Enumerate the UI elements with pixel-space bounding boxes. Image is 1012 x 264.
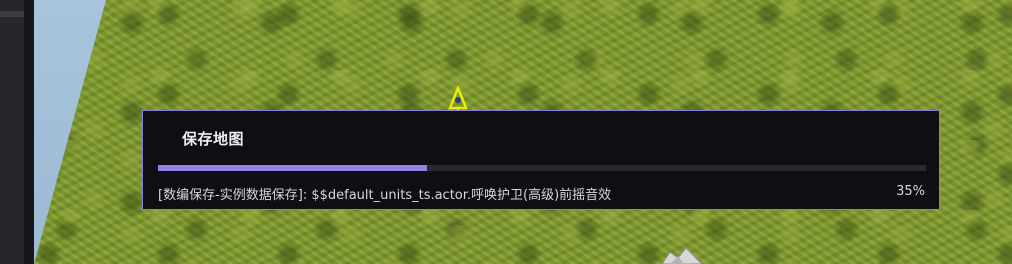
panel-tab-indicator — [0, 11, 24, 17]
sky-background — [34, 0, 106, 264]
left-panel-edge — [0, 0, 24, 264]
prop-icon[interactable] — [656, 244, 706, 264]
progress-status-text: [数编保存-实例数据保存]: $$default_units_ts.actor.… — [158, 188, 612, 203]
progress-percent: 35% — [896, 184, 925, 199]
progress-bar-fill — [158, 165, 427, 171]
save-progress-dialog: 保存地图 [数编保存-实例数据保存]: $$default_units_ts.a… — [142, 110, 940, 210]
panel-divider[interactable] — [24, 0, 34, 264]
progress-bar-track — [158, 165, 926, 171]
dialog-title: 保存地图 — [182, 130, 245, 148]
